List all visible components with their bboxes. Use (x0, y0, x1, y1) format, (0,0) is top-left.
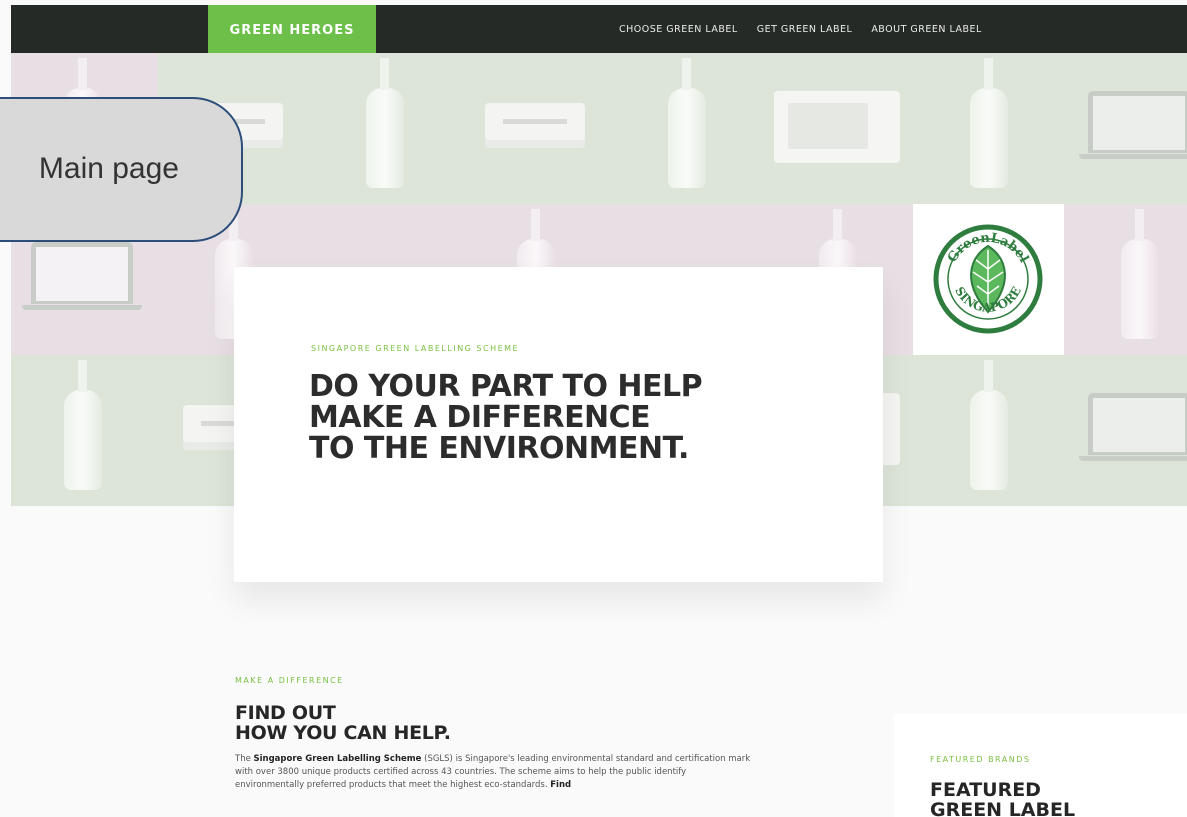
product-tile (611, 53, 762, 204)
printer-image (485, 103, 585, 148)
hero-card: SINGAPORE GREEN LABELLING SCHEME DO YOUR… (234, 267, 883, 582)
product-tile (1064, 53, 1187, 204)
product-tile (913, 53, 1064, 204)
product-tile (1064, 355, 1187, 506)
soap-bottle-image (667, 58, 706, 188)
green-label-singapore-logo: GreenLabel SINGAPORE (933, 224, 1043, 334)
section-eyebrow: MAKE A DIFFERENCE (235, 676, 344, 685)
nav-links: CHOOSE GREEN LABEL GET GREEN LABEL ABOUT… (619, 5, 1001, 53)
soap-bottle-image (969, 360, 1008, 490)
laptop-image (1079, 91, 1187, 159)
hero-eyebrow: SINGAPORE GREEN LABELLING SCHEME (311, 344, 520, 353)
nav-link-get-green-label[interactable]: GET GREEN LABEL (757, 24, 853, 35)
laptop-image (22, 242, 142, 310)
soap-bottle-image (365, 58, 404, 188)
product-tile (11, 355, 158, 506)
product-tile (1064, 204, 1187, 355)
soap-bottle-image (1120, 209, 1159, 339)
microwave-image (774, 91, 900, 163)
product-tile (762, 53, 913, 204)
section-title: FIND OUT HOW YOU CAN HELP. (235, 702, 451, 744)
laptop-image (1079, 393, 1187, 461)
soap-bottle-image (969, 58, 1008, 188)
brand-logo[interactable]: GREEN HEROES (208, 5, 376, 56)
callout-label: Main page (38, 152, 179, 185)
featured-title: FEATURED GREEN LABEL PRODUCTS (930, 779, 1076, 817)
hero-title: DO YOUR PART TO HELP MAKE A DIFFERENCE T… (309, 369, 703, 466)
para-find-link[interactable]: Find (550, 780, 571, 790)
top-nav: GREEN HEROES CHOOSE GREEN LABEL GET GREE… (11, 5, 1187, 56)
nav-link-choose-green-label[interactable]: CHOOSE GREEN LABEL (619, 24, 738, 35)
nav-link-about-green-label[interactable]: ABOUT GREEN LABEL (871, 24, 982, 35)
soap-bottle-image (63, 360, 102, 490)
featured-brands-panel: FEATURED BRANDS FEATURED GREEN LABEL PRO… (894, 714, 1187, 817)
section-paragraph: The Singapore Green Labelling Scheme (SG… (235, 754, 751, 790)
product-tile (913, 355, 1064, 506)
make-a-difference-section: MAKE A DIFFERENCE FIND OUT HOW YOU CAN H… (235, 676, 755, 801)
product-tile (460, 53, 611, 204)
product-tile: GreenLabel SINGAPORE (913, 204, 1064, 355)
para-strong: Singapore Green Labelling Scheme (253, 754, 422, 764)
featured-eyebrow: FEATURED BRANDS (930, 755, 1031, 764)
main-page-callout: Main page (0, 97, 243, 242)
product-tile (309, 53, 460, 204)
